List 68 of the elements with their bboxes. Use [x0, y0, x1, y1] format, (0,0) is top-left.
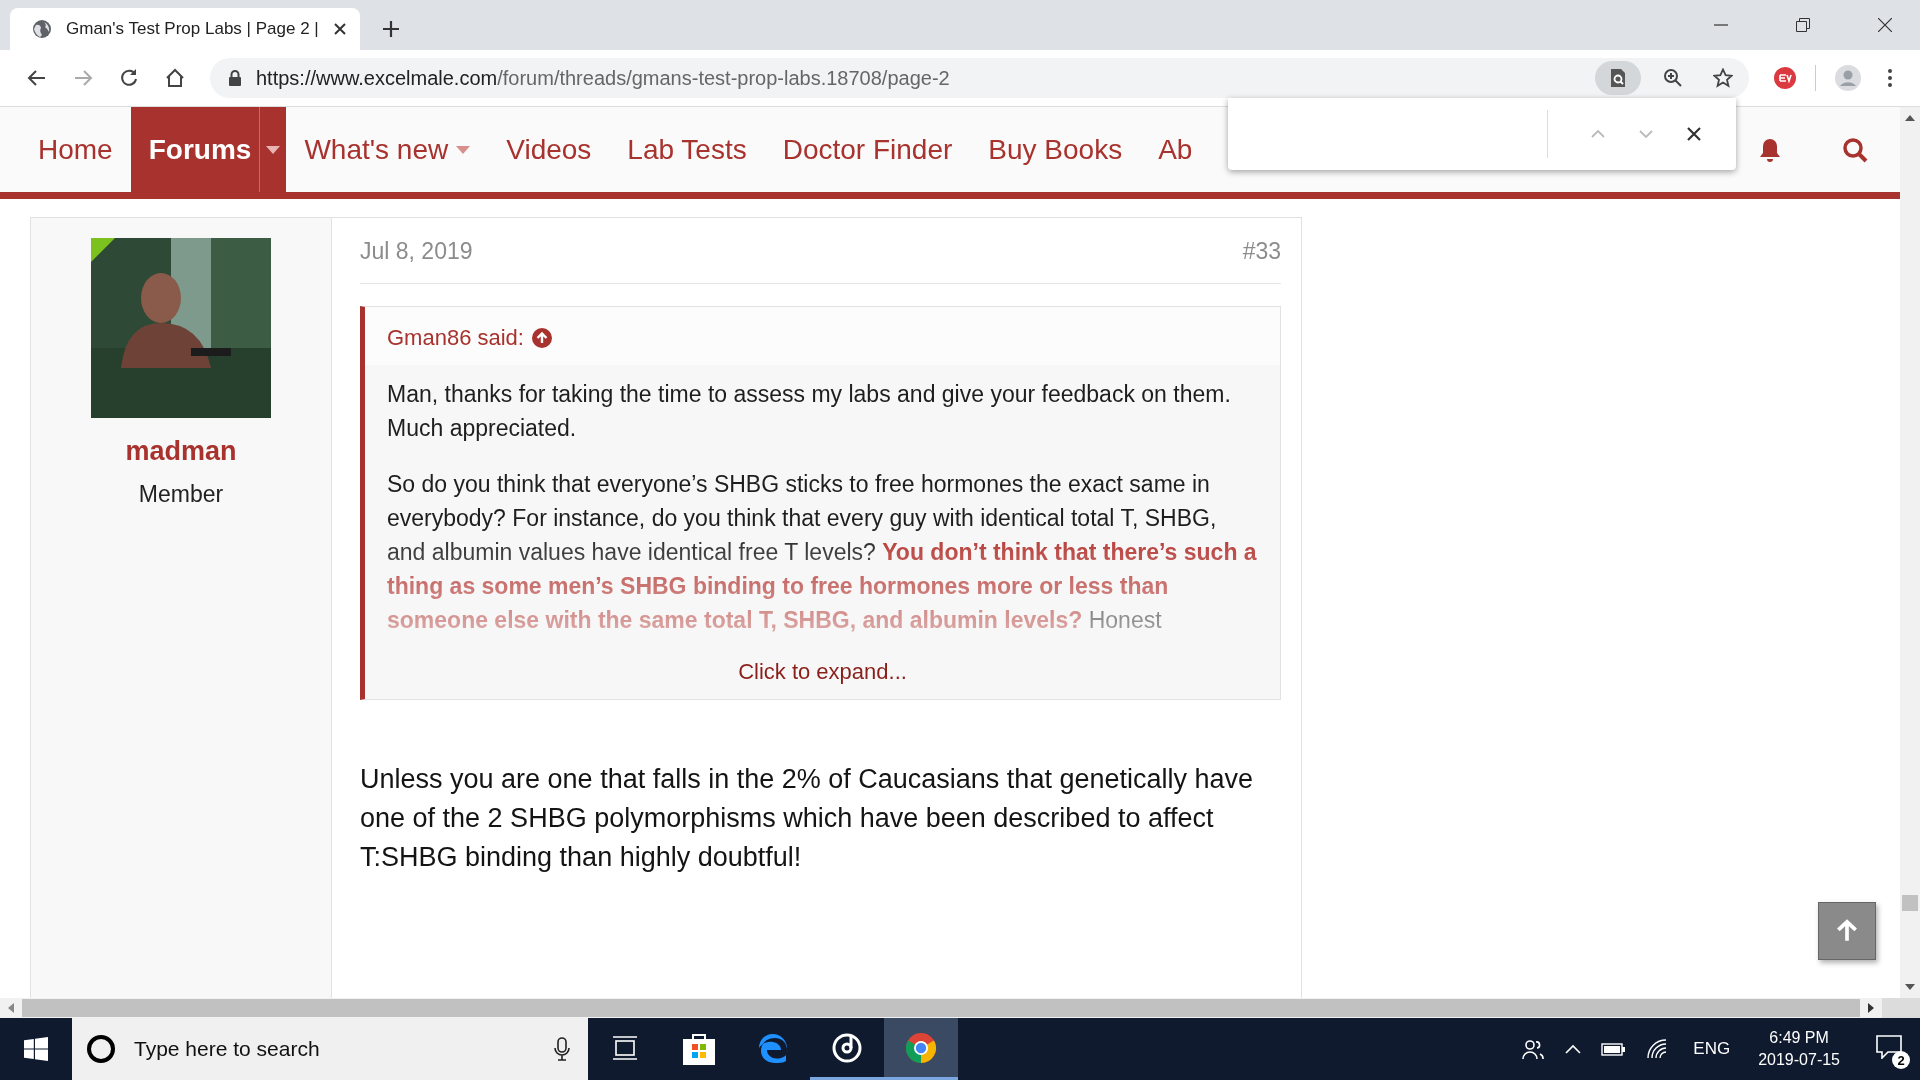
notification-count: 2	[1892, 1051, 1910, 1069]
new-tab-icon[interactable]	[382, 20, 400, 38]
close-icon[interactable]	[334, 23, 346, 35]
search-icon[interactable]	[1842, 136, 1868, 163]
author-name[interactable]: madman	[125, 436, 237, 467]
tab-title: Gman's Test Prop Labs | Page 2 |	[66, 19, 320, 39]
scroll-top-button[interactable]	[1818, 902, 1876, 960]
date-text: 2019-07-15	[1758, 1051, 1840, 1069]
arrow-up-icon[interactable]	[531, 328, 552, 348]
menu-icon[interactable]	[1887, 68, 1893, 88]
globe-icon	[32, 19, 52, 39]
language-indicator[interactable]: ENG	[1693, 1039, 1731, 1059]
address-bar[interactable]: https://www.excelmale.com/forum/threads/gmans-test-prop-labs.18708/page-2	[210, 58, 1749, 98]
star-icon[interactable]	[1713, 68, 1733, 88]
back-icon[interactable]	[27, 68, 47, 88]
clock[interactable]: 6:49 PM 2019-07-15	[1758, 1029, 1840, 1069]
quote-author[interactable]: Gman86 said:	[387, 325, 524, 351]
post-number[interactable]: #33	[1242, 238, 1281, 265]
post-date[interactable]: Jul 8, 2019	[360, 238, 473, 265]
vertical-scrollbar[interactable]	[1900, 107, 1920, 998]
scroll-down-icon[interactable]	[1905, 984, 1915, 990]
nav-tab[interactable]: Buy Books	[970, 107, 1141, 192]
find-page-icon[interactable]	[1595, 61, 1641, 95]
quote-text: Man, thanks for taking the time to assess my labs and give your feedback on them. Much appreciated.	[387, 380, 1232, 443]
battery-icon[interactable]	[1601, 1041, 1628, 1057]
corner-marker-icon	[91, 238, 115, 262]
nav-tab[interactable]: Home	[20, 107, 131, 192]
browser-e-icon[interactable]	[757, 1031, 789, 1064]
home-icon[interactable]	[165, 68, 185, 88]
arrow-up-icon[interactable]	[1834, 918, 1860, 944]
microphone-icon[interactable]	[554, 1037, 570, 1061]
browser-tab[interactable]: Gman's Test Prop Labs | Page 2 |	[10, 8, 360, 50]
cortana-icon[interactable]	[86, 1034, 116, 1064]
zoom-icon[interactable]	[1663, 68, 1683, 88]
nav-tab[interactable]: Lab Tests	[609, 107, 765, 192]
scrollbar-corner	[1882, 998, 1920, 1018]
bell-icon[interactable]	[1758, 136, 1782, 163]
reload-icon[interactable]	[119, 68, 139, 88]
profile-icon[interactable]	[1835, 65, 1861, 91]
nav-tab[interactable]: Doctor Finder	[764, 107, 971, 192]
start-icon[interactable]	[24, 1037, 48, 1061]
time-text: 6:49 PM	[1769, 1029, 1829, 1047]
task-view-icon[interactable]	[612, 1034, 638, 1061]
url-text: https://www.excelmale.com/forum/threads/gmans-test-prop-labs.18708/page-2	[256, 66, 950, 90]
scroll-left-icon[interactable]	[8, 1003, 14, 1013]
lock-icon	[228, 70, 242, 86]
nav-tab[interactable]: Ab	[1140, 107, 1211, 192]
horizontal-scrollbar[interactable]	[0, 998, 1920, 1018]
music-disc-icon[interactable]	[831, 1031, 863, 1064]
close-icon[interactable]	[1878, 18, 1892, 32]
user-role: Member	[138, 481, 224, 508]
chrome-icon[interactable]	[905, 1031, 937, 1064]
scroll-up-icon[interactable]	[1905, 115, 1915, 121]
scroll-right-icon[interactable]	[1868, 1003, 1874, 1013]
extension-icon[interactable]	[1774, 67, 1796, 89]
restore-icon[interactable]	[1796, 18, 1810, 32]
expand-link[interactable]: Click to expand...	[738, 659, 907, 699]
quote-text: So do you think that everyone’s SHBG sticks to free hormones the exact same in everybody? For instance, do you think that every guy with identical total T, SHBG, and albumin values have identical free T levels? You don’t think that there’s such a thing as some men’s SHBG binding to free hormones more or less than someone else with the same total T, SHBG, and albumin levels? Honest	[387, 470, 1258, 635]
nav-tab[interactable]: What's new	[286, 107, 489, 192]
nav-tab[interactable]: Forums	[130, 107, 287, 192]
close-icon[interactable]	[1687, 127, 1701, 141]
taskbar-search-bar[interactable]: Type here to search	[72, 1018, 588, 1080]
search-field[interactable]: Type here to search	[132, 1036, 538, 1062]
scroll-thumb[interactable]	[1902, 895, 1918, 911]
nav-tab[interactable]: Videos	[488, 107, 610, 192]
people-icon[interactable]	[1521, 1037, 1546, 1061]
post-text: Unless you are one that falls in the 2% of Caucasians that genetically have one of the 2 SHBG polymorphisms which have been described to affect T:SHBG binding than highly doubtful!	[360, 763, 1255, 874]
caret-icon[interactable]	[1565, 1044, 1582, 1054]
